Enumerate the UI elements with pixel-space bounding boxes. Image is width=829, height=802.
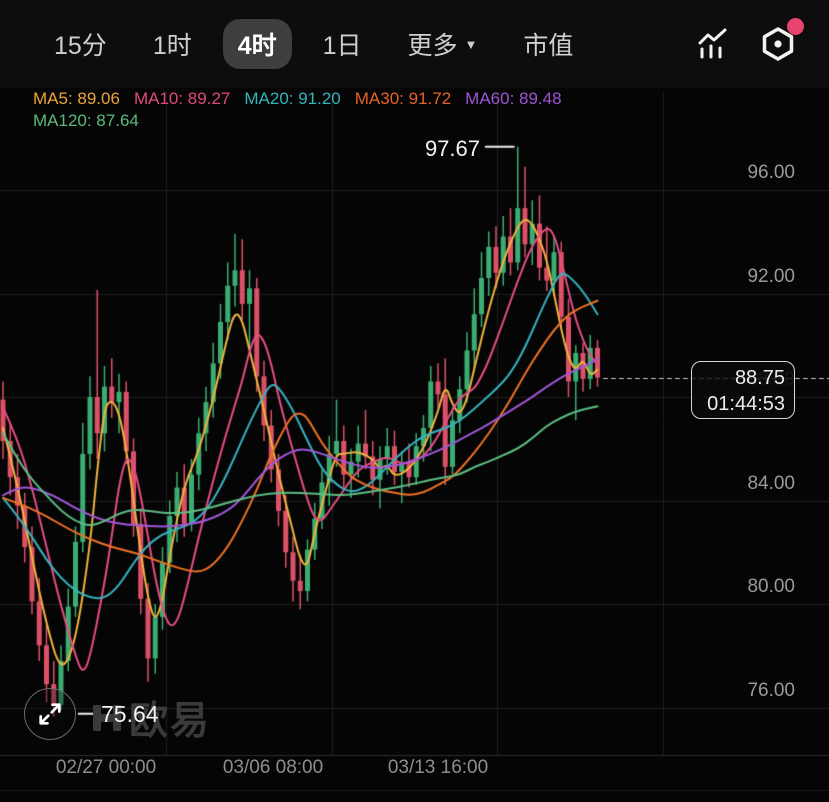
toolbar-icons [694,18,829,63]
legend-ma5: MA5: 89.06 [33,89,120,108]
dropdown-caret-icon: ▼ [464,36,478,52]
legend-row: MA120: 87.64 [33,110,562,132]
expand-arrows-icon [39,703,61,725]
timeframe-tabs: 15分 1时 4时 1日 更多 ▼ 市值 [54,19,619,69]
legend-row: MA5: 89.06 MA10: 89.27 MA20: 91.20 MA30: 91… [33,88,562,110]
legend-ma30: MA30: 91.72 [354,89,452,108]
hexagon-indicator-icon[interactable] [759,18,804,63]
ma-legend: MA5: 89.06 MA10: 89.27 MA20: 91.20 MA30: 91… [33,88,562,132]
tab-4h[interactable]: 4时 [222,19,292,69]
expand-chart-button[interactable] [24,688,76,740]
legend-ma20: MA20: 91.20 [244,89,341,108]
legend-ma120: MA120: 87.64 [33,111,139,130]
tab-market-cap[interactable]: 市值 [523,26,573,62]
tab-1d[interactable]: 1日 [323,26,362,62]
notification-dot [787,18,804,35]
kline-chart-screen: 15分 1时 4时 1日 更多 ▼ 市值 MA5: 89.06 MA10: 89.27 MA20… [0,0,829,802]
line-chart-style-icon[interactable] [694,25,732,63]
tab-more[interactable]: 更多 ▼ [408,26,478,62]
legend-ma60: MA60: 89.48 [465,89,562,108]
tab-15min[interactable]: 15分 [54,26,107,62]
tab-1h[interactable]: 1时 [153,26,192,62]
timeframe-toolbar: 15分 1时 4时 1日 更多 ▼ 市值 [0,0,829,88]
legend-ma10: MA10: 89.27 [133,89,231,108]
